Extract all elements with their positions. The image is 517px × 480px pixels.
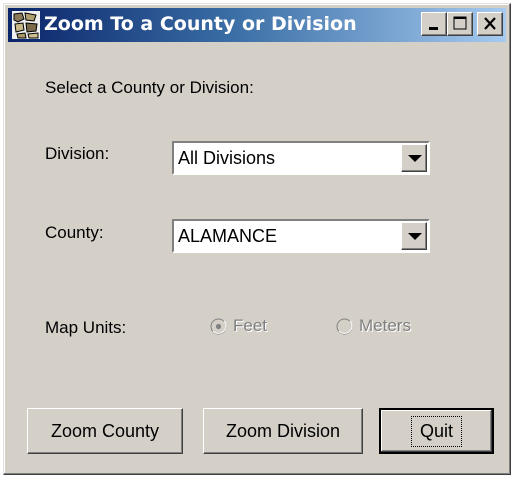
radio-selected-icon (210, 318, 227, 334)
minimize-icon (429, 27, 438, 30)
feet-radio[interactable]: Feet (210, 316, 267, 336)
map-icon (12, 11, 40, 39)
division-label: Division: (45, 144, 110, 163)
title-bar[interactable]: Zoom To a County or Division (8, 8, 506, 42)
division-dropdown-button[interactable] (401, 144, 427, 172)
select-prompt-label: Select a County or Division: (45, 78, 254, 97)
county-dropdown[interactable]: ALAMANCE (172, 219, 430, 253)
quit-button-label: Quit (410, 415, 462, 447)
division-dropdown[interactable]: All Divisions (172, 141, 430, 175)
chevron-down-icon (408, 233, 422, 240)
close-button[interactable] (477, 12, 503, 36)
county-dropdown-button[interactable] (401, 222, 427, 250)
map-units-label: Map Units: (45, 318, 127, 337)
feet-radio-label: Feet (233, 316, 268, 335)
zoom-county-button[interactable]: Zoom County (27, 408, 183, 454)
quit-button[interactable]: Quit (379, 408, 494, 454)
county-label: County: (45, 223, 104, 242)
minimize-button[interactable] (421, 12, 447, 36)
zoom-division-button[interactable]: Zoom Division (203, 408, 363, 454)
window-title: Zoom To a County or Division (44, 13, 357, 35)
meters-radio[interactable]: Meters (336, 316, 411, 336)
county-selected-value: ALAMANCE (178, 226, 278, 246)
close-icon (484, 17, 496, 30)
chevron-down-icon (408, 155, 422, 162)
radio-unselected-icon (336, 318, 353, 334)
maximize-icon (453, 16, 467, 30)
division-selected-value: All Divisions (178, 148, 276, 168)
maximize-button[interactable] (447, 12, 473, 36)
dialog-window: Zoom To a County or Division Select a Co… (3, 3, 511, 475)
meters-radio-label: Meters (359, 316, 411, 335)
